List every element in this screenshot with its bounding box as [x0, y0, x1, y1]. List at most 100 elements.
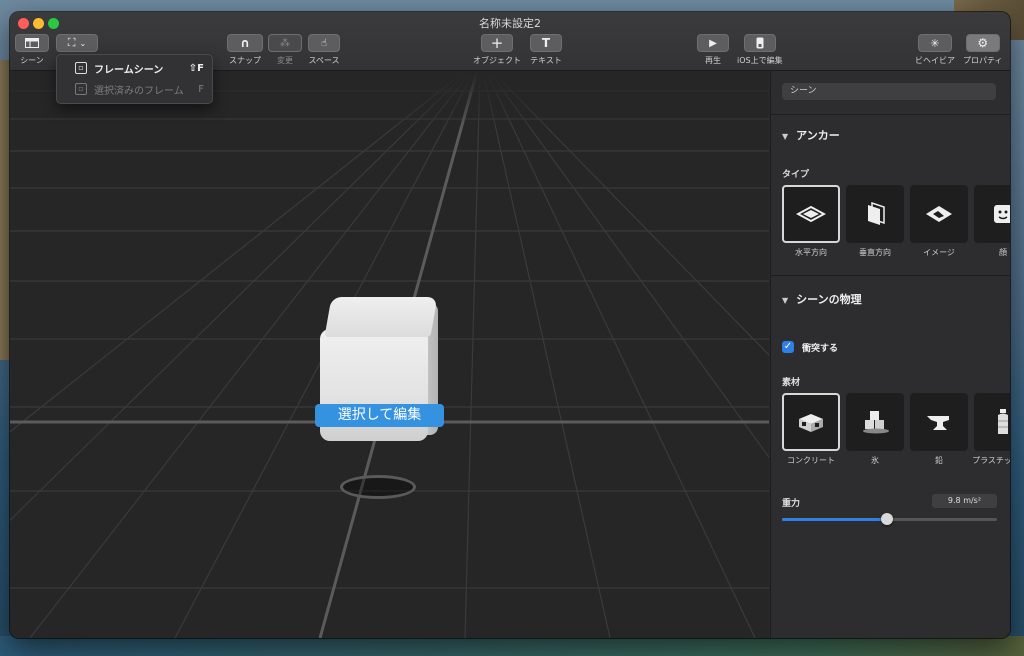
frame-menu: ▫ フレームシーン ⇧F ▫ 選択済みのフレーム F [56, 54, 213, 104]
collide-label: 衝突する [802, 344, 839, 354]
collide-checkbox[interactable]: ✓ [782, 341, 794, 353]
ios-edit-label: iOS上で編集 [737, 56, 783, 65]
gravity-slider-fill [782, 518, 888, 521]
anchor-type-label: タイプ [782, 170, 810, 180]
gravity-slider[interactable] [782, 513, 997, 525]
add-object-button[interactable]: + [481, 34, 513, 52]
anchor-type-caption: イメージ [923, 248, 955, 257]
iphone-icon [756, 37, 764, 49]
snap-toolbar-item[interactable]: ∩ スナップ [227, 34, 263, 66]
change-toolbar-item[interactable]: ⁂ 変更 [268, 34, 302, 66]
frame-dropdown-button[interactable]: ⛶ ⌄ [56, 34, 98, 52]
scene-name-field[interactable]: シーン [782, 83, 996, 100]
behavior-burst-icon: ✳ [930, 36, 940, 50]
plus-icon: + [490, 34, 504, 52]
ios-edit-button[interactable] [743, 34, 776, 52]
behavior-toolbar-item[interactable]: ✳ ビヘイビア [915, 34, 955, 66]
gravity-slider-knob[interactable] [881, 513, 894, 525]
add-text-button[interactable]: T [530, 34, 562, 52]
play-label: 再生 [705, 56, 721, 65]
material-concrete[interactable] [782, 393, 840, 451]
menu-item-frame-selected[interactable]: ▫ 選択済みのフレーム F [57, 79, 212, 99]
hand-pointer-icon: ☝ [320, 37, 328, 49]
scene-viewport[interactable]: 選択して編集 [10, 71, 769, 638]
menu-item-label: 選択済みのフレーム [94, 85, 184, 97]
scene-button[interactable] [15, 34, 49, 52]
menu-item-frame-scene[interactable]: ▫ フレームシーン ⇧F [57, 58, 212, 78]
app-window: 名称未設定2 シーン ⛶ ⌄ ∩ スナップ ⁂ 変更 ☝ スペース + オブジェ… [10, 12, 1010, 638]
space-toolbar-item[interactable]: ☝ スペース [308, 34, 340, 66]
anchor-section-header[interactable]: ▼ アンカー [782, 127, 840, 143]
material-caption: コンクリート [787, 456, 835, 465]
properties-label: プロパティ [963, 56, 1003, 65]
scene-toolbar-item[interactable]: シーン [15, 34, 49, 66]
magnet-icon: ∩ [240, 36, 250, 50]
anchor-type-vertical[interactable] [846, 185, 904, 243]
change-button[interactable]: ⁂ [268, 34, 302, 52]
divider [771, 114, 1010, 115]
behavior-label: ビヘイビア [915, 56, 955, 65]
ios-edit-toolbar-item[interactable]: iOS上で編集 [737, 34, 783, 66]
properties-panel: シーン ▼ アンカー タイプ 水平方向 垂直方向 イメージ 顔 ▼ シーンの物理… [770, 71, 1010, 638]
menu-item-shortcut: F [198, 83, 204, 95]
chevron-down-icon: ⌄ [79, 38, 87, 48]
anchor-type-horizontal[interactable] [782, 185, 840, 243]
text-label: テキスト [530, 56, 562, 65]
physics-title: シーンの物理 [796, 293, 862, 306]
disclosure-triangle-icon: ▼ [782, 296, 789, 305]
frame-icon: ⛶ [67, 36, 76, 49]
face-anchor-icon [994, 205, 1010, 223]
snap-button[interactable]: ∩ [227, 34, 263, 52]
image-anchor-icon [926, 206, 952, 222]
space-button[interactable]: ☝ [308, 34, 340, 52]
frame-icon: ▫ [75, 62, 87, 74]
gizmo-ring[interactable] [340, 475, 416, 499]
play-toolbar-item[interactable]: ▶ 再生 [697, 34, 729, 66]
divider [771, 275, 1010, 276]
properties-toolbar-item[interactable]: ⚙ プロパティ [963, 34, 1003, 66]
snap-label: スナップ [229, 56, 261, 65]
window-title: 名称未設定2 [479, 17, 541, 30]
cube-top [324, 297, 438, 337]
properties-button[interactable]: ⚙ [965, 34, 1000, 52]
space-label: スペース [308, 56, 340, 65]
text-icon: T [541, 36, 551, 50]
disclosure-triangle-icon: ▼ [782, 132, 789, 141]
anchor-type-caption: 顔 [999, 248, 1007, 257]
physics-section-header[interactable]: ▼ シーンの物理 [782, 291, 862, 307]
anchor-title: アンカー [796, 129, 840, 142]
menu-item-shortcut: ⇧F [188, 62, 204, 74]
material-ice[interactable] [846, 393, 904, 451]
text-toolbar-item[interactable]: T テキスト [530, 34, 562, 66]
gravity-value-field[interactable]: 9.8 m/s² [932, 494, 997, 508]
anchor-type-caption: 水平方向 [795, 248, 827, 257]
frame-toolbar-item[interactable]: ⛶ ⌄ [56, 34, 98, 52]
frame-icon: ▫ [75, 83, 87, 95]
select-and-edit-button[interactable]: 選択して編集 [315, 404, 444, 427]
gear-icon: ⚙ [977, 36, 989, 50]
gravity-label: 重力 [782, 499, 801, 509]
behavior-button[interactable]: ✳ [918, 34, 952, 52]
desktop-wallpaper-sea [0, 636, 1024, 656]
anchor-type-face[interactable] [974, 185, 1010, 243]
checkmark-icon: ✓ [783, 341, 793, 352]
menu-item-label: フレームシーン [94, 64, 164, 76]
material-lead[interactable] [910, 393, 968, 451]
object-toolbar-item[interactable]: + オブジェクト [473, 34, 521, 66]
ice-cubes-icon [863, 411, 889, 434]
anchor-type-image[interactable] [910, 185, 968, 243]
material-caption: 鉛 [935, 456, 943, 465]
play-button[interactable]: ▶ [697, 34, 729, 52]
material-plastic[interactable] [974, 393, 1010, 451]
material-caption: 氷 [871, 456, 879, 465]
horizontal-plane-icon [796, 205, 826, 223]
play-icon: ▶ [709, 37, 717, 49]
transform-icon: ⁂ [280, 37, 290, 49]
object-label: オブジェクト [473, 56, 521, 65]
scene-label: シーン [20, 56, 44, 65]
material-caption: プラスチック [972, 456, 1010, 465]
material-label: 素材 [782, 378, 801, 388]
change-label: 変更 [277, 56, 293, 65]
sidebar-icon [25, 38, 39, 48]
vertical-plane-icon [868, 201, 885, 225]
